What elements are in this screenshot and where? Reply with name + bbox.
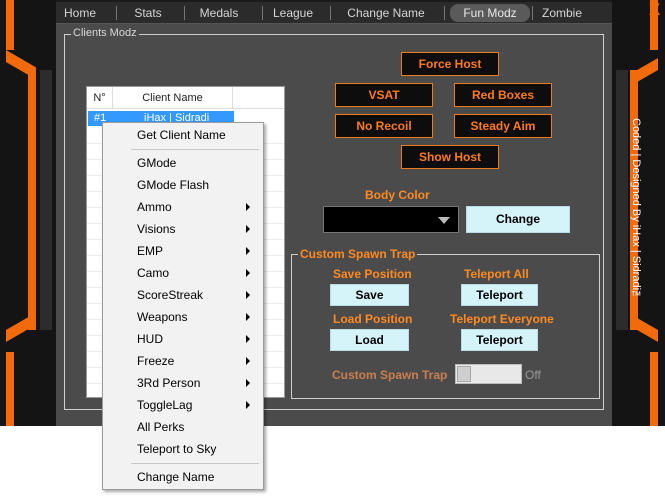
menu-item-change-name[interactable]: Change Name (105, 466, 261, 488)
menu-item-gmode-flash[interactable]: GMode Flash (105, 174, 261, 196)
menu-item-3rd-person[interactable]: 3Rd Person (105, 372, 261, 394)
vsat-button[interactable]: VSAT (335, 83, 433, 107)
menu-item-teleport-to-sky[interactable]: Teleport to Sky (105, 438, 261, 460)
tab-bar: Home Stats Medals League Change Name Fun… (56, 2, 612, 24)
tab-medals[interactable]: Medals (196, 4, 242, 22)
client-context-menu: Get Client Name GMode GMode Flash Ammo V… (102, 122, 264, 490)
menu-item-get-client-name[interactable]: Get Client Name (105, 124, 261, 146)
menu-item-hud[interactable]: HUD (105, 328, 261, 350)
menu-item-freeze[interactable]: Freeze (105, 350, 261, 372)
teleport-everyone-label: Teleport Everyone (450, 312, 554, 326)
submenu-arrow-icon (246, 379, 250, 387)
side-credit-text: Coded | Designed By iHax | Sidradi™ (630, 118, 642, 303)
steady-aim-button[interactable]: Steady Aim (454, 114, 552, 138)
body-color-dropdown[interactable] (323, 206, 459, 233)
submenu-arrow-icon (246, 335, 250, 343)
column-header-blank (233, 87, 284, 109)
menu-item-ammo[interactable]: Ammo (105, 196, 261, 218)
close-button[interactable]: X (644, 0, 665, 20)
change-color-button[interactable]: Change (466, 206, 570, 233)
menu-item-all-perks[interactable]: All Perks (105, 416, 261, 438)
tab-home[interactable]: Home (60, 4, 100, 22)
menu-item-scorestreak[interactable]: ScoreStreak (105, 284, 261, 306)
teleport-all-label: Teleport All (464, 267, 529, 281)
tab-fun-modz[interactable]: Fun Modz (450, 4, 530, 22)
save-position-button[interactable]: Save (330, 284, 409, 306)
right-frame-decoration: Coded | Designed By iHax | Sidradi™ X (612, 0, 665, 426)
toggle-knob (457, 366, 471, 382)
column-header-number[interactable]: N° (87, 87, 113, 109)
red-boxes-button[interactable]: Red Boxes (454, 83, 552, 107)
tab-league[interactable]: League (270, 4, 316, 22)
load-position-label: Load Position (333, 312, 413, 326)
load-position-button[interactable]: Load (330, 329, 409, 351)
submenu-arrow-icon (246, 401, 250, 409)
submenu-arrow-icon (246, 247, 250, 255)
submenu-arrow-icon (246, 203, 250, 211)
spawn-trap-toggle-state: Off (525, 368, 541, 382)
tab-zombie[interactable]: Zombie (540, 4, 584, 22)
submenu-arrow-icon (246, 313, 250, 321)
spawn-trap-toggle[interactable] (455, 364, 522, 384)
menu-item-emp[interactable]: EMP (105, 240, 261, 262)
spawn-trap-toggle-label: Custom Spawn Trap (332, 368, 448, 382)
tab-stats[interactable]: Stats (128, 4, 168, 22)
submenu-arrow-icon (246, 291, 250, 299)
show-host-button[interactable]: Show Host (401, 145, 499, 169)
teleport-all-button[interactable]: Teleport (461, 284, 538, 306)
spawn-trap-title: Custom Spawn Trap (298, 247, 418, 261)
tab-change-name[interactable]: Change Name (344, 4, 428, 22)
submenu-arrow-icon (246, 225, 250, 233)
submenu-arrow-icon (246, 357, 250, 365)
menu-item-visions[interactable]: Visions (105, 218, 261, 240)
left-frame-decoration (0, 0, 56, 426)
chevron-down-icon (438, 217, 450, 224)
clients-modz-title: Clients Modz (71, 27, 139, 39)
menu-item-camo[interactable]: Camo (105, 262, 261, 284)
teleport-everyone-button[interactable]: Teleport (461, 329, 538, 351)
body-color-label: Body Color (365, 188, 430, 202)
column-header-client-name[interactable]: Client Name (113, 87, 233, 109)
no-recoil-button[interactable]: No Recoil (335, 114, 433, 138)
menu-item-togglelag[interactable]: ToggleLag (105, 394, 261, 416)
force-host-button[interactable]: Force Host (401, 52, 499, 76)
menu-item-gmode[interactable]: GMode (105, 152, 261, 174)
save-position-label: Save Position (333, 267, 412, 281)
menu-item-weapons[interactable]: Weapons (105, 306, 261, 328)
submenu-arrow-icon (246, 269, 250, 277)
